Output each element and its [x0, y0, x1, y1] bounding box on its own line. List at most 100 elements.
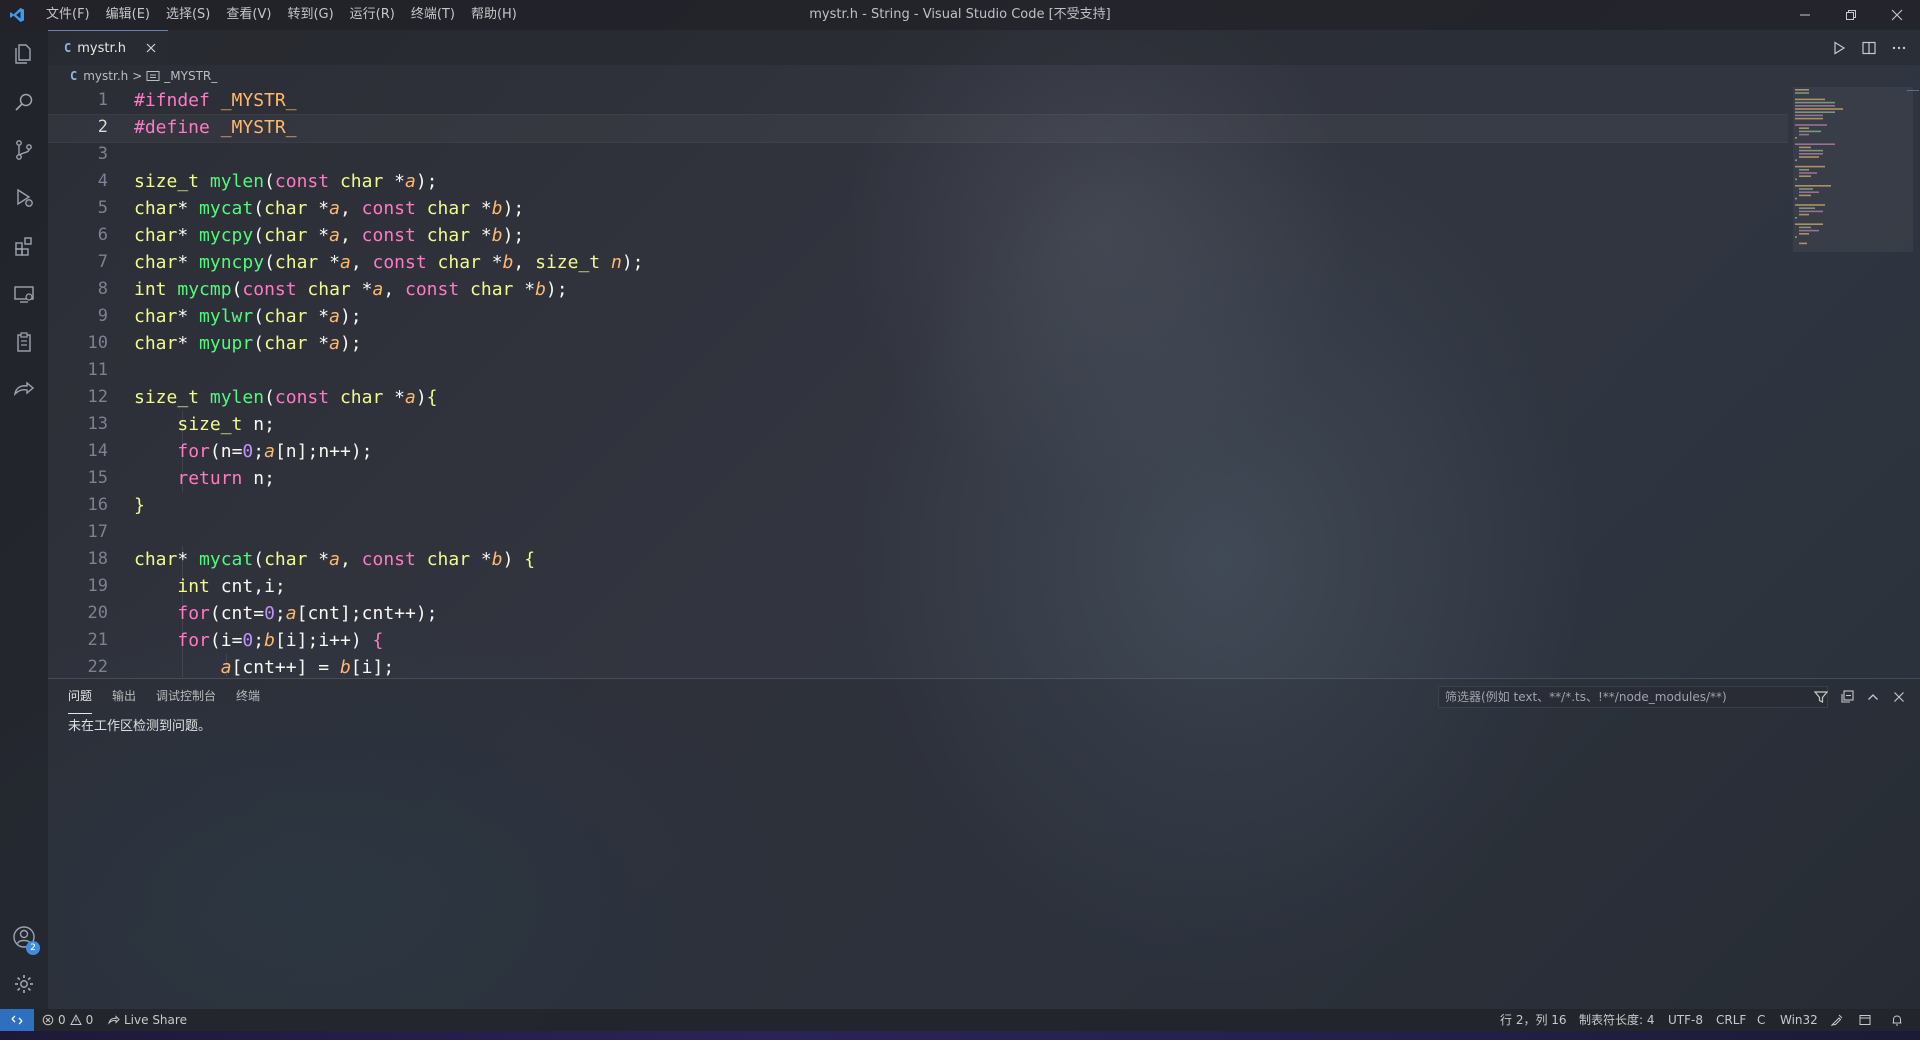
code-line[interactable]: char* mylwr(char *a);	[134, 303, 644, 330]
code-line[interactable]	[134, 141, 644, 168]
vscode-logo-icon[interactable]	[0, 0, 34, 30]
tab-close-button[interactable]	[142, 39, 160, 57]
source-control-button[interactable]	[0, 126, 48, 174]
restore-button[interactable]	[1828, 0, 1874, 30]
tab-debug-console[interactable]: 调试控制台	[156, 679, 216, 714]
encoding-button[interactable]: UTF-8	[1668, 1009, 1703, 1031]
code-line[interactable]: }	[134, 492, 644, 519]
minimap-line	[1795, 114, 1823, 117]
tab-mystr-h[interactable]: C mystr.h	[48, 30, 168, 65]
code-line[interactable]: char* myupr(char *a);	[134, 330, 644, 357]
code-line[interactable]: return n;	[134, 465, 644, 492]
split-editor-button[interactable]	[1858, 37, 1880, 59]
minimap-line	[1799, 156, 1819, 158]
code-line[interactable]: char* mycat(char *a, const char *b) {	[134, 546, 644, 573]
feedback-button[interactable]	[1830, 1009, 1844, 1031]
search-button[interactable]	[0, 78, 48, 126]
code-line[interactable]: char* mycpy(char *a, const char *b);	[134, 222, 644, 249]
code-line[interactable]: for(i=0;b[i];i++) {	[134, 627, 644, 654]
code-line[interactable]	[134, 357, 644, 384]
minimize-button[interactable]	[1782, 0, 1828, 30]
code-line[interactable]: a[cnt++] = b[i];	[134, 654, 644, 677]
minimap-line	[1795, 89, 1809, 91]
filter-button[interactable]	[1810, 686, 1832, 708]
panel-tabs: 问题 输出 调试控制台 终端	[68, 679, 280, 714]
code-line[interactable]: int cnt,i;	[134, 573, 644, 600]
extensions-button[interactable]	[0, 222, 48, 270]
code-line[interactable]: for(n=0;a[n];n++);	[134, 438, 644, 465]
code-line[interactable]: char* mycat(char *a, const char *b);	[134, 195, 644, 222]
code-line[interactable]	[134, 519, 644, 546]
remote-indicator-button[interactable]	[0, 1009, 34, 1031]
code-content[interactable]: #ifndef _MYSTR_ #define _MYSTR_ size_t my…	[134, 87, 644, 677]
accounts-button[interactable]: 2	[0, 913, 48, 961]
live-share-status-button[interactable]: Live Share	[108, 1009, 187, 1031]
close-window-button[interactable]	[1874, 0, 1920, 30]
minimap-line	[1795, 92, 1809, 94]
minimap[interactable]	[1793, 87, 1913, 677]
platform-button[interactable]: Win32	[1780, 1009, 1818, 1031]
clipboard-icon	[17, 332, 31, 352]
line-number: 17	[87, 522, 108, 542]
menu-go[interactable]: 转到(G)	[279, 0, 341, 30]
c-file-icon: C	[64, 41, 72, 55]
run-code-button[interactable]	[1828, 37, 1850, 59]
menu-selection[interactable]: 选择(S)	[158, 0, 218, 30]
cursor-position-button[interactable]: 行 2，列 16	[1500, 1009, 1567, 1031]
more-actions-button[interactable]	[1888, 37, 1910, 59]
activity-bar: 2	[0, 30, 48, 1009]
minimap-line	[1799, 133, 1809, 136]
breadcrumb-symbol[interactable]: _MYSTR_	[146, 69, 217, 83]
menu-edit[interactable]: 编辑(E)	[98, 0, 158, 30]
remote-icon	[11, 1015, 23, 1025]
code-line[interactable]: char* myncpy(char *a, const char *b, siz…	[134, 249, 644, 276]
notifications-button[interactable]	[1890, 1009, 1904, 1031]
tab-problems[interactable]: 问题	[68, 679, 93, 714]
menu-bar: 文件(F) 编辑(E) 选择(S) 查看(V) 转到(G) 运行(R) 终端(T…	[38, 0, 525, 30]
problems-filter-input[interactable]	[1438, 686, 1828, 708]
code-line[interactable]: size_t mylen(const char *a);	[134, 168, 644, 195]
testing-button[interactable]	[0, 318, 48, 366]
code-line[interactable]: size_t mylen(const char *a){	[134, 384, 644, 411]
broadcast-button[interactable]	[1858, 1009, 1872, 1031]
code-line[interactable]: #ifndef _MYSTR_	[134, 87, 644, 114]
line-number: 20	[87, 603, 108, 623]
manage-button[interactable]	[0, 960, 48, 1008]
eol-button[interactable]: CRLF	[1716, 1009, 1746, 1031]
menu-help[interactable]: 帮助(H)	[463, 0, 525, 30]
breadcrumb-file[interactable]: C mystr.h	[48, 69, 128, 83]
code-line[interactable]: int mycmp(const char *a, const char *b);	[134, 276, 644, 303]
warning-icon	[69, 1014, 82, 1025]
tab-size-button[interactable]: 制表符长度: 4	[1579, 1009, 1655, 1031]
breadcrumb-separator: >	[132, 69, 143, 83]
collapse-all-button[interactable]	[1836, 686, 1858, 708]
problems-status-button[interactable]: 0 0	[42, 1009, 93, 1031]
gear-icon	[15, 975, 33, 993]
menu-run[interactable]: 运行(R)	[342, 0, 403, 30]
code-line[interactable]: #define _MYSTR_	[134, 114, 644, 141]
code-line[interactable]: for(cnt=0;a[cnt];cnt++);	[134, 600, 644, 627]
minimap-line	[1799, 172, 1817, 174]
explorer-button[interactable]	[0, 30, 48, 78]
remote-explorer-button[interactable]	[0, 270, 48, 318]
tab-output[interactable]: 输出	[112, 679, 136, 714]
minimap-line	[1795, 197, 1797, 200]
live-share-activity-button[interactable]	[0, 366, 48, 414]
editor-tab-bar: C mystr.h	[48, 30, 1920, 65]
tab-label: mystr.h	[77, 40, 126, 56]
maximize-panel-button[interactable]	[1862, 686, 1884, 708]
menu-view[interactable]: 查看(V)	[218, 0, 279, 30]
minimap-line	[1799, 169, 1809, 171]
language-mode-button[interactable]: C	[1757, 1009, 1765, 1031]
menu-file[interactable]: 文件(F)	[38, 0, 98, 30]
close-icon	[1894, 692, 1904, 702]
menu-terminal[interactable]: 终端(T)	[403, 0, 463, 30]
restore-icon	[1846, 10, 1856, 20]
tab-terminal[interactable]: 终端	[236, 679, 260, 714]
minimap-line	[1799, 175, 1811, 177]
close-panel-button[interactable]	[1888, 686, 1910, 708]
code-editor[interactable]: 1 2 3 4 5 6 7 8 9 10 11 12 13 14 15 16 17 18 19 20 21 22 #ifn…	[48, 87, 1793, 677]
editor-scrollbar[interactable]	[1906, 87, 1920, 677]
run-debug-button[interactable]	[0, 174, 48, 222]
code-line[interactable]: size_t n;	[134, 411, 644, 438]
